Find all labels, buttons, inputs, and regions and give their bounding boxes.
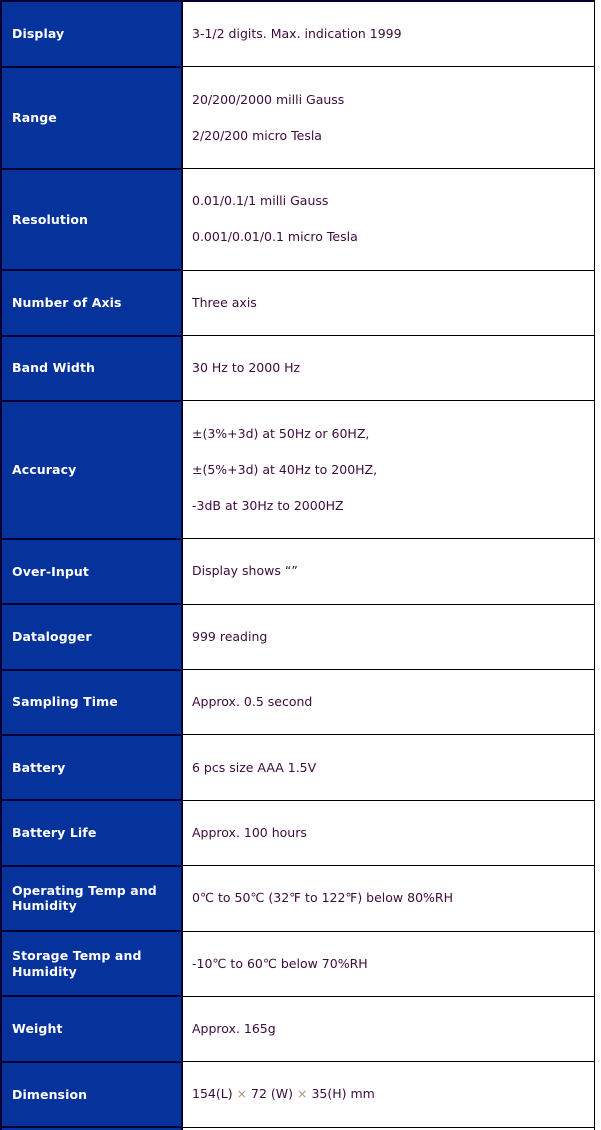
row-label-number-of-axis: Number of Axis xyxy=(1,270,183,337)
row-value-range: 20/200/2000 milli Gauss 2/20/200 micro T… xyxy=(182,66,594,169)
value-line: Display shows “” xyxy=(192,563,298,579)
value-line: 999 reading xyxy=(192,628,268,644)
row-label-display: Display xyxy=(1,1,183,68)
value-line: 30 Hz to 2000 Hz xyxy=(192,360,301,376)
row-value-storage-temp-and-humidity: -10℃ to 60℃ below 70%RH xyxy=(182,931,594,997)
row-value-sampling-time: Approx. 0.5 second xyxy=(182,669,594,736)
row-value-battery: 6 pcs size AAA 1.5V xyxy=(182,734,594,801)
value-line: ±(5%+3d) at 40Hz to 200HZ, xyxy=(192,461,378,477)
row-label-datalogger: Datalogger xyxy=(1,604,183,671)
row-value-over-input: Display shows “” xyxy=(182,538,594,605)
table-row: Battery Life Approx. 100 hours xyxy=(1,800,594,867)
specification-table: Display 3-1/2 digits. Max. indication 19… xyxy=(0,0,595,1130)
row-label-operating-temp-and-humidity: Operating Temp and Humidity xyxy=(1,865,183,933)
row-label-storage-temp-and-humidity: Storage Temp and Humidity xyxy=(1,931,183,998)
specification-table-body: Display 3-1/2 digits. Max. indication 19… xyxy=(1,1,594,1130)
value-line: 20/200/2000 milli Gauss xyxy=(192,91,345,107)
table-row: Display 3-1/2 digits. Max. indication 19… xyxy=(1,1,594,68)
value-line: 0.001/0.01/0.1 micro Tesla xyxy=(192,229,358,245)
row-label-range: Range xyxy=(1,66,183,170)
row-label-weight: Weight xyxy=(1,996,183,1063)
multiply-symbol-icon: × xyxy=(236,1086,248,1102)
value-line: -10℃ to 60℃ below 70%RH xyxy=(192,955,368,971)
row-value-operating-temp-and-humidity: 0℃ to 50℃ (32℉ to 122℉) below 80%RH xyxy=(182,865,594,932)
value-line: ±(3%+3d) at 50Hz or 60HZ, xyxy=(192,425,370,441)
row-value-resolution: 0.01/0.1/1 milli Gauss 0.001/0.01/0.1 mi… xyxy=(182,168,594,271)
dimension-width: 72 (W) xyxy=(247,1086,297,1102)
table-row: Storage Temp and Humidity -10℃ to 60℃ be… xyxy=(1,931,594,998)
row-value-dimension: 154(L) × 72 (W) × 35(H) mm xyxy=(182,1061,594,1128)
row-value-number-of-axis: Three axis xyxy=(182,270,594,337)
row-value-display: 3-1/2 digits. Max. indication 1999 xyxy=(182,1,594,68)
table-row: Resolution 0.01/0.1/1 milli Gauss 0.001/… xyxy=(1,168,594,272)
table-row: Number of Axis Three axis xyxy=(1,270,594,337)
row-label-accuracy: Accuracy xyxy=(1,400,183,540)
value-line: 0.01/0.1/1 milli Gauss xyxy=(192,193,329,209)
value-line: Approx. 0.5 second xyxy=(192,694,313,710)
row-value-accessories-included: Operation Manual , 6 pcs size AAA , [Sof… xyxy=(182,1127,594,1130)
row-label-dimension: Dimension xyxy=(1,1061,183,1129)
table-row: Datalogger 999 reading xyxy=(1,604,594,671)
row-label-resolution: Resolution xyxy=(1,168,183,272)
value-line: Three axis xyxy=(192,294,257,310)
table-row: Accuracy ±(3%+3d) at 50Hz or 60HZ, ±(5%+… xyxy=(1,400,594,540)
row-label-over-input: Over-Input xyxy=(1,538,183,606)
value-line: 2/20/200 micro Tesla xyxy=(192,127,322,143)
row-value-weight: Approx. 165g xyxy=(182,996,594,1063)
table-row: Range 20/200/2000 milli Gauss 2/20/200 m… xyxy=(1,66,594,170)
table-row: Operating Temp and Humidity 0℃ to 50℃ (3… xyxy=(1,865,594,933)
value-line: Approx. 100 hours xyxy=(192,824,307,840)
table-row: Weight Approx. 165g xyxy=(1,996,594,1063)
table-row: Sampling Time Approx. 0.5 second xyxy=(1,669,594,736)
table-row: Dimension 154(L) × 72 (W) × 35(H) mm xyxy=(1,1061,594,1129)
row-label-battery: Battery xyxy=(1,734,183,802)
table-row: Accessories Included Operation Manual , … xyxy=(1,1127,594,1130)
row-value-band-width: 30 Hz to 2000 Hz xyxy=(182,335,594,402)
row-label-band-width: Band Width xyxy=(1,335,183,402)
row-value-accuracy: ±(3%+3d) at 50Hz or 60HZ, ±(5%+3d) at 40… xyxy=(182,400,594,540)
value-line: 6 pcs size AAA 1.5V xyxy=(192,759,317,775)
dimension-length: 154(L) xyxy=(192,1086,237,1102)
table-row: Over-Input Display shows “” xyxy=(1,538,594,606)
value-line: 0℃ to 50℃ (32℉ to 122℉) below 80%RH xyxy=(192,890,453,906)
multiply-symbol-icon: × xyxy=(297,1086,308,1102)
value-line: Approx. 165g xyxy=(192,1021,276,1036)
value-line: 154(L) × 72 (W) × 35(H) mm xyxy=(192,1085,594,1103)
row-label-battery-life: Battery Life xyxy=(1,800,183,867)
row-value-battery-life: Approx. 100 hours xyxy=(182,800,594,867)
value-line: 3-1/2 digits. Max. indication 1999 xyxy=(192,26,402,42)
dimension-height: 35(H) mm xyxy=(307,1086,375,1102)
table-row: Band Width 30 Hz to 2000 Hz xyxy=(1,335,594,402)
row-label-accessories-included: Accessories Included xyxy=(1,1127,183,1130)
row-value-datalogger: 999 reading xyxy=(182,604,594,671)
row-label-sampling-time: Sampling Time xyxy=(1,669,183,736)
value-line: -3dB at 30Hz to 2000HZ xyxy=(192,498,344,513)
table-row: Battery 6 pcs size AAA 1.5V xyxy=(1,734,594,802)
